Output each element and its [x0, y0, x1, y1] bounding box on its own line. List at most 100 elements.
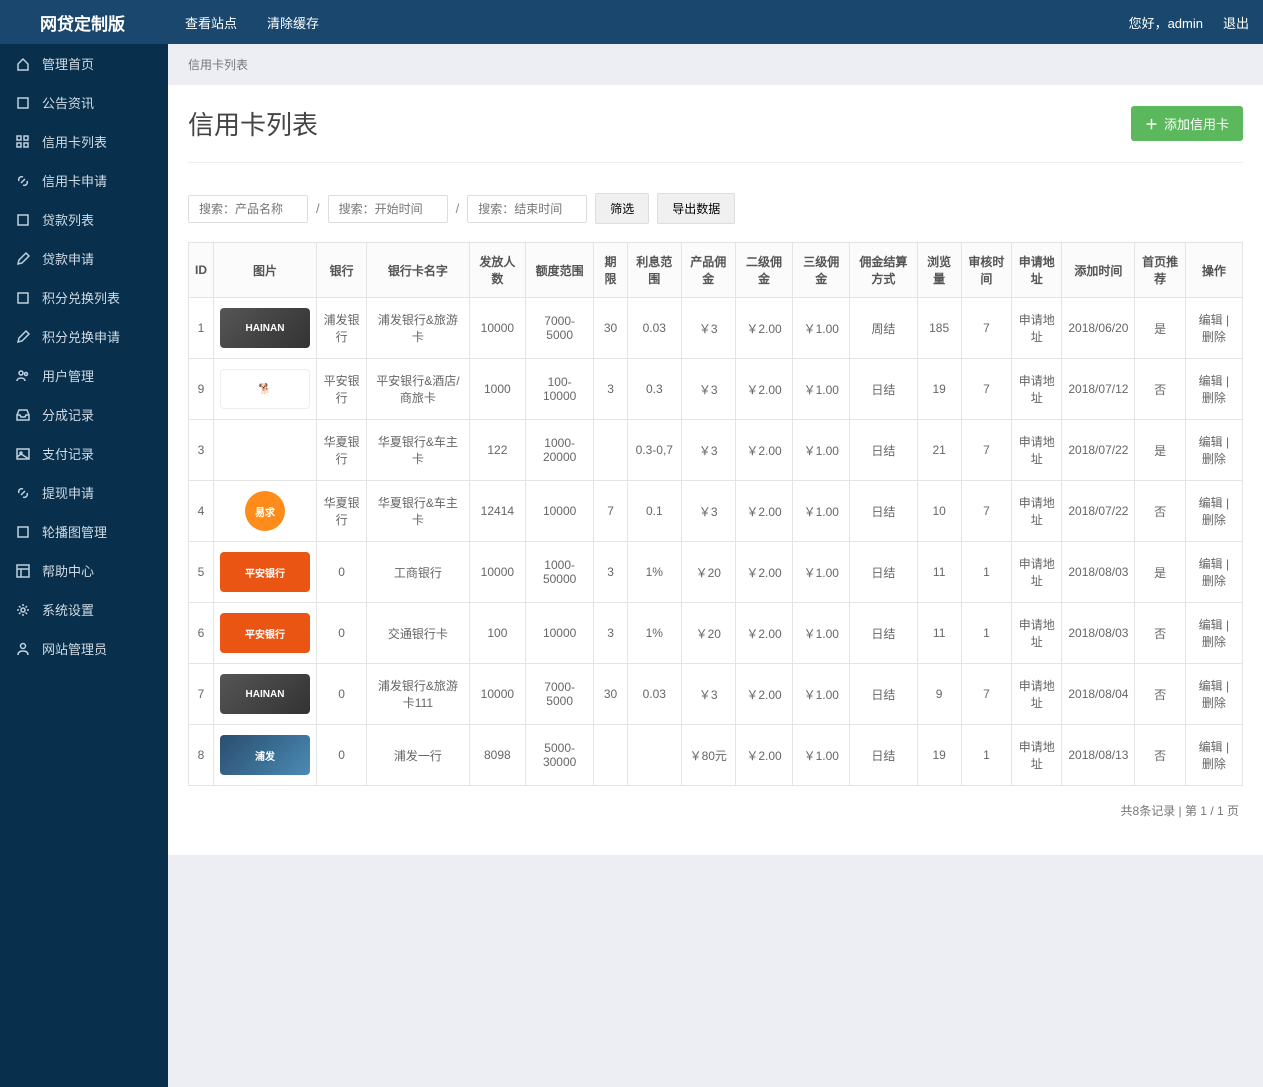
card-thumb: HAINAN — [220, 308, 310, 348]
sidebar-item-15[interactable]: 网站管理员 — [0, 629, 168, 668]
sidebar-item-label: 网站管理员 — [42, 639, 107, 658]
sidebar-item-1[interactable]: 公告资讯 — [0, 83, 168, 122]
sidebar-item-8[interactable]: 用户管理 — [0, 356, 168, 395]
table-row: 6平安银行0交通银行卡1001000031%￥20￥2.00￥1.00日结111… — [189, 603, 1243, 664]
sidebar-item-label: 贷款申请 — [42, 249, 94, 268]
sidebar-item-label: 信用卡申请 — [42, 171, 107, 190]
home-icon — [14, 55, 32, 73]
pagination: 共8条记录 | 第 1 / 1 页 — [188, 786, 1243, 835]
col-header: 银行 — [317, 243, 367, 298]
add-card-button[interactable]: ＋ 添加信用卡 — [1131, 106, 1243, 141]
apply-link[interactable]: 申请地址 — [1019, 679, 1055, 710]
edit-link[interactable]: 编辑 — [1199, 557, 1223, 571]
edit-link[interactable]: 编辑 — [1199, 679, 1223, 693]
sidebar-item-12[interactable]: 轮播图管理 — [0, 512, 168, 551]
book-icon — [14, 94, 32, 112]
delete-link[interactable]: 删除 — [1202, 635, 1226, 649]
filter-row: / / 筛选 导出数据 — [188, 193, 1243, 224]
add-button-label: 添加信用卡 — [1164, 114, 1229, 133]
user-icon — [14, 640, 32, 658]
card-thumb: 易求 — [220, 491, 310, 531]
col-header: 产品佣金 — [681, 243, 735, 298]
topnav-clear-cache[interactable]: 清除缓存 — [267, 13, 319, 32]
logout-link[interactable]: 退出 — [1223, 13, 1249, 32]
export-button[interactable]: 导出数据 — [657, 193, 735, 224]
col-header: 浏览量 — [917, 243, 961, 298]
sidebar-item-13[interactable]: 帮助中心 — [0, 551, 168, 590]
card-thumb: HAINAN — [220, 674, 310, 714]
sidebar-item-5[interactable]: 贷款申请 — [0, 239, 168, 278]
sidebar-item-label: 积分兑换申请 — [42, 327, 120, 346]
apply-link[interactable]: 申请地址 — [1019, 618, 1055, 649]
table-row: 3易求华夏银行华夏银行&车主卡1221000-200000.3-0,7￥3￥2.… — [189, 420, 1243, 481]
col-header: 添加时间 — [1062, 243, 1135, 298]
col-header: 首页推荐 — [1135, 243, 1185, 298]
col-header: 申请地址 — [1012, 243, 1062, 298]
brand: 网贷定制版 — [40, 10, 125, 35]
sidebar-item-2[interactable]: 信用卡列表 — [0, 122, 168, 161]
edit-link[interactable]: 编辑 — [1199, 374, 1223, 388]
col-header: 图片 — [214, 243, 317, 298]
apply-link[interactable]: 申请地址 — [1019, 740, 1055, 771]
link-icon — [14, 484, 32, 502]
sidebar-item-label: 公告资讯 — [42, 93, 94, 112]
sidebar-item-3[interactable]: 信用卡申请 — [0, 161, 168, 200]
col-header: 操作 — [1185, 243, 1242, 298]
search-end-input[interactable] — [467, 195, 587, 223]
delete-link[interactable]: 删除 — [1202, 696, 1226, 710]
square-icon — [14, 211, 32, 229]
square-icon — [14, 523, 32, 541]
sidebar-item-label: 系统设置 — [42, 600, 94, 619]
table-row: 8浦发0浦发一行80985000-30000￥80元￥2.00￥1.00日结19… — [189, 725, 1243, 786]
col-header: ID — [189, 243, 214, 298]
sidebar-item-label: 用户管理 — [42, 366, 94, 385]
apply-link[interactable]: 申请地址 — [1019, 435, 1055, 466]
sidebar-item-0[interactable]: 管理首页 — [0, 44, 168, 83]
delete-link[interactable]: 删除 — [1202, 574, 1226, 588]
sidebar-item-14[interactable]: 系统设置 — [0, 590, 168, 629]
table-row: 5平安银行0工商银行100001000-5000031%￥20￥2.00￥1.0… — [189, 542, 1243, 603]
edit-link[interactable]: 编辑 — [1199, 618, 1223, 632]
topnav-view-site[interactable]: 查看站点 — [185, 13, 237, 32]
topbar: 网贷定制版 查看站点 清除缓存 您好，admin 退出 — [0, 0, 1263, 44]
edit-icon — [14, 328, 32, 346]
sidebar-item-11[interactable]: 提现申请 — [0, 473, 168, 512]
col-header: 三级佣金 — [793, 243, 850, 298]
search-name-input[interactable] — [188, 195, 308, 223]
edit-link[interactable]: 编辑 — [1199, 740, 1223, 754]
layout-icon — [14, 562, 32, 580]
sidebar-item-7[interactable]: 积分兑换申请 — [0, 317, 168, 356]
apply-link[interactable]: 申请地址 — [1019, 496, 1055, 527]
page-title: 信用卡列表 — [188, 105, 318, 142]
card-thumb: 易求 — [220, 430, 310, 470]
edit-link[interactable]: 编辑 — [1199, 435, 1223, 449]
sidebar-item-label: 积分兑换列表 — [42, 288, 120, 307]
apply-link[interactable]: 申请地址 — [1019, 313, 1055, 344]
delete-link[interactable]: 删除 — [1202, 452, 1226, 466]
filter-button[interactable]: 筛选 — [595, 193, 649, 224]
delete-link[interactable]: 删除 — [1202, 391, 1226, 405]
sidebar-item-label: 贷款列表 — [42, 210, 94, 229]
sidebar: 管理首页公告资讯信用卡列表信用卡申请贷款列表贷款申请积分兑换列表积分兑换申请用户… — [0, 44, 168, 1087]
sidebar-item-6[interactable]: 积分兑换列表 — [0, 278, 168, 317]
inbox-icon — [14, 406, 32, 424]
delete-link[interactable]: 删除 — [1202, 513, 1226, 527]
users-icon — [14, 367, 32, 385]
col-header: 佣金结算方式 — [850, 243, 917, 298]
edit-link[interactable]: 编辑 — [1199, 313, 1223, 327]
search-start-input[interactable] — [328, 195, 448, 223]
apply-link[interactable]: 申请地址 — [1019, 557, 1055, 588]
col-header: 额度范围 — [526, 243, 594, 298]
sidebar-item-4[interactable]: 贷款列表 — [0, 200, 168, 239]
col-header: 银行卡名字 — [367, 243, 469, 298]
card-thumb: 浦发 — [220, 735, 310, 775]
sidebar-item-label: 信用卡列表 — [42, 132, 107, 151]
sidebar-item-9[interactable]: 分成记录 — [0, 395, 168, 434]
apply-link[interactable]: 申请地址 — [1019, 374, 1055, 405]
delete-link[interactable]: 删除 — [1202, 757, 1226, 771]
sidebar-item-10[interactable]: 支付记录 — [0, 434, 168, 473]
delete-link[interactable]: 删除 — [1202, 330, 1226, 344]
col-header: 利息范围 — [627, 243, 681, 298]
edit-link[interactable]: 编辑 — [1199, 496, 1223, 510]
card-thumb: 平安银行 — [220, 613, 310, 653]
